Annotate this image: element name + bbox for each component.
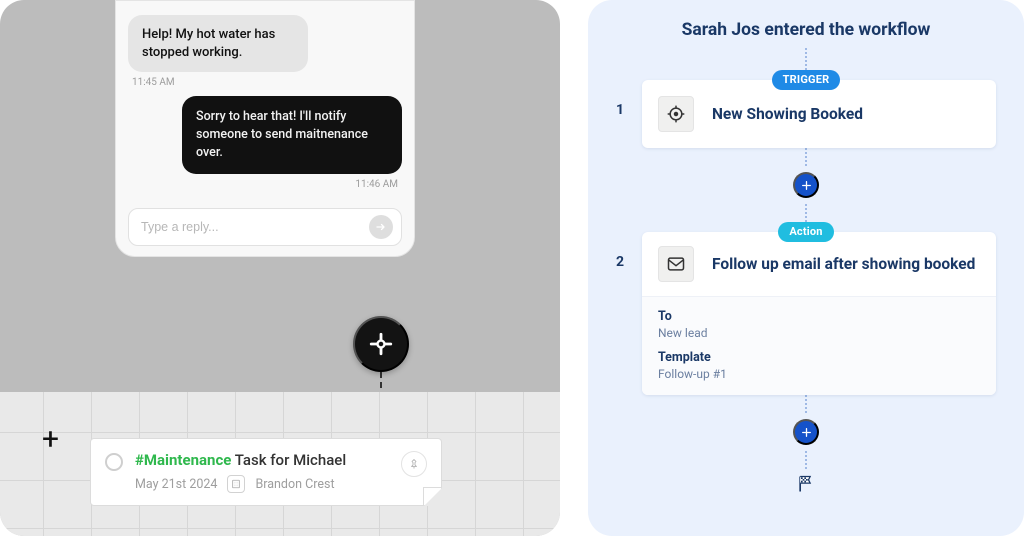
template-label: Template (658, 350, 980, 365)
task-location: Brandon Crest (255, 477, 334, 492)
target-icon (658, 96, 694, 132)
to-label: To (658, 309, 980, 324)
plus-split-icon (368, 331, 394, 357)
incoming-time: 11:45 AM (132, 77, 402, 88)
pin-icon (408, 458, 420, 470)
task-tag: #Maintenance (135, 451, 231, 469)
add-step-button[interactable] (793, 419, 819, 445)
trigger-pill: TRIGGER (772, 70, 841, 90)
trigger-title: New Showing Booked (712, 105, 863, 123)
task-title: #Maintenance Task for Michael (135, 451, 389, 469)
action-pill: Action (778, 222, 833, 242)
mail-icon (658, 246, 694, 282)
connector-dot-line (805, 451, 807, 469)
action-title: Follow up email after showing booked (712, 255, 975, 273)
connector-dot-line (805, 395, 807, 413)
add-task-handle[interactable]: + (42, 425, 59, 455)
finish-flag-icon (795, 473, 817, 495)
building-icon (227, 475, 245, 493)
to-value: New lead (658, 326, 980, 340)
template-value: Follow-up #1 (658, 367, 980, 381)
workflow-step: 2 Follow up email after showing booked T… (616, 232, 996, 395)
add-step-button[interactable] (793, 172, 819, 198)
incoming-message: Help! My hot water has stopped working. (128, 15, 308, 72)
chat-card: Help! My hot water has stopped working. … (115, 0, 415, 257)
action-details: To New lead Template Follow-up #1 (642, 296, 996, 395)
outgoing-time: 11:46 AM (355, 179, 398, 190)
trigger-card[interactable]: New Showing Booked (642, 80, 996, 148)
reply-input[interactable] (141, 220, 369, 234)
add-node-button[interactable] (353, 316, 409, 372)
send-button[interactable] (369, 215, 393, 239)
task-meta: May 21st 2024 Brandon Crest (135, 475, 389, 493)
task-title-rest: Task for Michael (231, 451, 346, 469)
workflow-panel: Sarah Jos entered the workflow TRIGGER 1… (588, 0, 1024, 536)
step-number: 1 (616, 102, 628, 118)
task-date: May 21st 2024 (135, 477, 217, 492)
connector-dot-line (805, 48, 807, 70)
action-card[interactable]: Follow up email after showing booked To … (642, 232, 996, 395)
connector-dot-line (805, 148, 807, 166)
connector-dot-line (805, 204, 807, 222)
plus-icon (800, 426, 813, 439)
task-complete-radio[interactable] (105, 453, 123, 471)
task-card[interactable]: #Maintenance Task for Michael May 21st 2… (90, 438, 442, 506)
pin-button[interactable] (401, 451, 427, 477)
outgoing-message: Sorry to hear that! I'll notify someone … (182, 96, 402, 174)
step-number: 2 (616, 254, 628, 270)
plus-icon (800, 179, 813, 192)
reply-row (128, 208, 402, 246)
workflow-step: 1 New Showing Booked (616, 80, 996, 148)
chat-task-panel: Help! My hot water has stopped working. … (0, 0, 560, 536)
workflow-title: Sarah Jos entered the workflow (682, 20, 931, 40)
arrow-right-icon (375, 221, 387, 233)
